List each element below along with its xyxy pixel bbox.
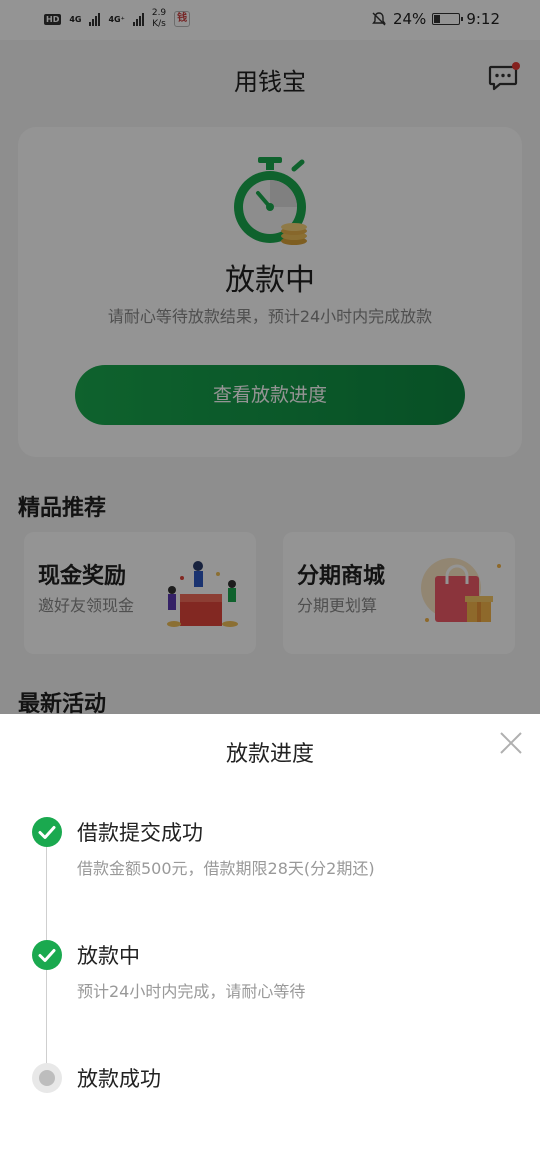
step-title: 借款提交成功 (77, 821, 203, 845)
check-circle-icon (32, 940, 62, 970)
step-title: 放款中 (77, 944, 140, 968)
close-icon (500, 732, 522, 754)
step-title: 放款成功 (77, 1067, 161, 1091)
modal-backdrop[interactable] (0, 0, 540, 714)
app-screen: HD 4G 4G⁺ 2.9 K/s 钱 24% 9:12 用钱宝 放款中 请耐心… (0, 0, 540, 1170)
sheet-title: 放款进度 (225, 742, 314, 767)
close-button[interactable] (498, 730, 524, 756)
step-description: 预计24小时内完成，请耐心等待 (77, 982, 306, 1001)
pending-dot-icon (32, 1063, 62, 1093)
check-circle-icon (32, 817, 62, 847)
loan-progress-sheet: 放款进度 借款提交成功 借款金额500元，借款期限28天(分2期还) 放款中 预… (0, 714, 540, 1170)
step-description: 借款金额500元，借款期限28天(分2期还) (77, 859, 375, 878)
